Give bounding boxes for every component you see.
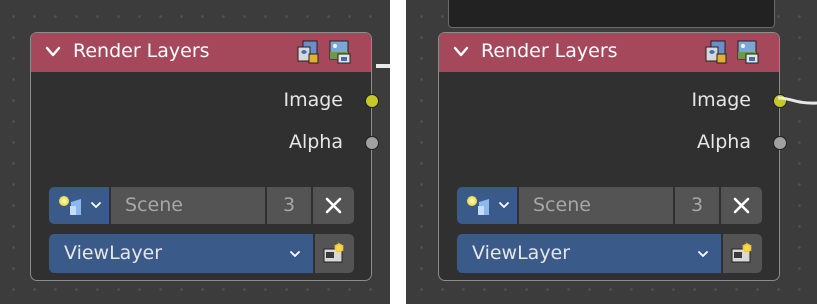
render-camera-icon bbox=[323, 242, 344, 263]
scene-unlink-button[interactable] bbox=[313, 187, 354, 224]
chevron-down-icon[interactable] bbox=[453, 45, 469, 59]
chevron-down-icon bbox=[698, 251, 708, 257]
scene-data-icon bbox=[59, 196, 81, 215]
node-header[interactable]: Render Layers bbox=[31, 33, 371, 72]
scene-name: Scene bbox=[533, 194, 591, 216]
render-result-icon[interactable] bbox=[737, 40, 759, 64]
view-layer-name: ViewLayer bbox=[472, 242, 571, 264]
render-layers-node[interactable]: Render Layers Image Alpha Scene 3 ViewLa… bbox=[30, 32, 379, 281]
scene-user-count[interactable]: 3 bbox=[267, 187, 311, 224]
view-layer-name: ViewLayer bbox=[64, 242, 163, 264]
chevron-down-icon[interactable] bbox=[45, 45, 61, 59]
scene-unlink-button[interactable] bbox=[721, 187, 762, 224]
scene-name: Scene bbox=[125, 194, 183, 216]
output-image-socket[interactable] bbox=[365, 94, 379, 108]
node-title: Render Layers bbox=[481, 40, 618, 62]
scene-name-field[interactable]: Scene bbox=[519, 187, 673, 224]
scene-name-field[interactable]: Scene bbox=[111, 187, 265, 224]
node-title: Render Layers bbox=[73, 40, 210, 62]
scene-user-count[interactable]: 3 bbox=[675, 187, 719, 224]
scene-selector: Scene 3 bbox=[457, 187, 762, 224]
image-editor-icon[interactable] bbox=[297, 40, 319, 64]
view-layer-selector: ViewLayer bbox=[457, 234, 762, 273]
image-editor-icon[interactable] bbox=[705, 40, 727, 64]
close-icon bbox=[325, 197, 342, 214]
chevron-down-icon bbox=[91, 202, 101, 208]
close-icon bbox=[733, 197, 750, 214]
node-header[interactable]: Render Layers bbox=[439, 33, 779, 72]
frame-node[interactable] bbox=[448, 0, 775, 28]
render-layers-node[interactable]: Render Layers Image Alpha Scene 3 ViewLa… bbox=[438, 32, 787, 281]
output-alpha-socket[interactable] bbox=[773, 136, 787, 150]
chevron-down-icon bbox=[499, 202, 509, 208]
node-editor-canvas-right[interactable]: Render Layers Image Alpha Scene 3 ViewLa… bbox=[406, 0, 817, 304]
view-layer-selector: ViewLayer bbox=[49, 234, 354, 273]
node-link[interactable] bbox=[376, 64, 390, 68]
output-alpha-label: Alpha bbox=[288, 131, 343, 153]
node-link[interactable] bbox=[778, 90, 817, 114]
scene-data-icon bbox=[467, 196, 489, 215]
output-image-label: Image bbox=[283, 89, 343, 111]
render-view-layer-button[interactable] bbox=[723, 234, 762, 273]
node-editor-canvas-left[interactable]: Render Layers Image Alpha Scene 3 ViewLa… bbox=[0, 0, 390, 304]
scene-browse-button[interactable] bbox=[457, 187, 517, 224]
scene-user-count-value: 3 bbox=[282, 194, 296, 216]
output-image-label: Image bbox=[691, 89, 751, 111]
view-layer-dropdown[interactable]: ViewLayer bbox=[49, 234, 313, 273]
scene-browse-button[interactable] bbox=[49, 187, 109, 224]
render-view-layer-button[interactable] bbox=[315, 234, 354, 273]
scene-selector: Scene 3 bbox=[49, 187, 354, 224]
render-result-icon[interactable] bbox=[329, 40, 351, 64]
render-camera-icon bbox=[731, 242, 752, 263]
output-alpha-label: Alpha bbox=[696, 131, 751, 153]
scene-user-count-value: 3 bbox=[690, 194, 704, 216]
output-alpha-socket[interactable] bbox=[365, 136, 379, 150]
view-layer-dropdown[interactable]: ViewLayer bbox=[457, 234, 721, 273]
chevron-down-icon bbox=[290, 251, 300, 257]
